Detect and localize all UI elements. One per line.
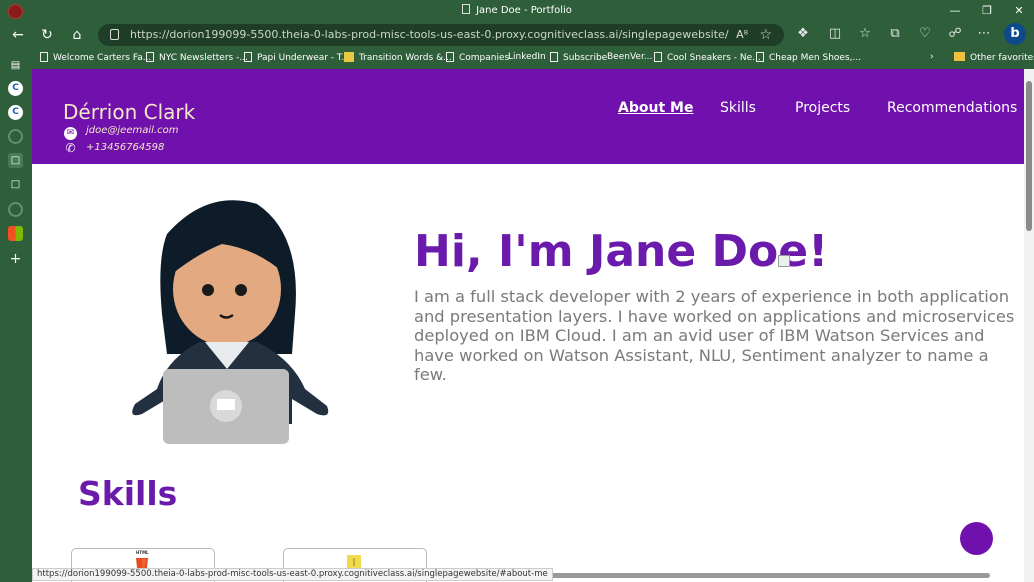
phone-icon: ✆ (65, 141, 76, 155)
browser-essentials-icon[interactable]: ♡ (916, 25, 934, 43)
bookmark-item[interactable]: Transition Words &... (344, 52, 452, 63)
bookmark-item[interactable]: NYC Newsletters -... (146, 52, 248, 63)
bookmark-item[interactable]: BeenVer... (607, 52, 652, 62)
add-icon[interactable]: + (8, 252, 23, 267)
back-icon[interactable]: ← (8, 25, 28, 45)
page-icon (756, 52, 764, 62)
bookmark-item[interactable]: Cheap Men Shoes,... (756, 52, 861, 63)
page-icon (462, 4, 471, 14)
js-icon (347, 555, 361, 569)
page-icon (146, 52, 154, 62)
sidebar-app-icon[interactable] (8, 202, 23, 217)
page-icon (550, 52, 558, 62)
vertical-scrollbar[interactable] (1024, 69, 1034, 582)
floating-action-button[interactable] (960, 522, 993, 555)
navigation-bar: ← ↻ ⌂ https://dorion199099-5500.theia-0-… (0, 22, 1034, 47)
more-menu-icon[interactable]: ⋯ (975, 25, 993, 43)
page-icon (654, 52, 662, 62)
nav-skills[interactable]: Skills (720, 100, 756, 116)
bookmark-item[interactable]: Companies (446, 52, 509, 63)
close-window-button[interactable]: ✕ (1004, 2, 1034, 20)
nav-recommendations[interactable]: Recommendations (887, 100, 1017, 116)
bookmarks-bar: Welcome Carters Fa... NYC Newsletters -.… (32, 47, 1034, 69)
page-tab-icon[interactable]: □ (8, 177, 23, 192)
page-icon (446, 52, 454, 62)
address-bar[interactable]: https://dorion199099-5500.theia-0-labs-p… (98, 24, 784, 46)
extensions-icon[interactable]: ❖ (794, 25, 812, 43)
restore-button[interactable]: ❐ (972, 2, 1002, 20)
sidebar-app-icon[interactable] (8, 129, 23, 144)
bookmark-item[interactable]: Cool Sneakers - Ne... (654, 52, 761, 63)
nav-projects[interactable]: Projects (795, 100, 850, 116)
favorite-star-icon[interactable]: ☆ (759, 24, 772, 46)
avatar-illustration (132, 200, 329, 444)
site-header: Dérrion Clark ✉ jdoe@jeemail.com ✆ +134567… (32, 69, 1024, 164)
collections-icon[interactable]: ⧉ (886, 25, 904, 43)
greeting-heading: Hi, I'm Jane Doe! (414, 226, 829, 277)
scrollbar-thumb[interactable] (1026, 81, 1032, 231)
skills-heading: Skills (78, 474, 178, 513)
email-icon: ✉ (64, 127, 77, 140)
email-contact[interactable]: ✉ jdoe@jeemail.com (64, 125, 178, 140)
other-favorites[interactable]: Other favorites (954, 52, 1034, 63)
page-icon (244, 52, 252, 62)
home-icon[interactable]: ⌂ (67, 25, 87, 45)
browser-sidebar: ▤ C C □ □ + (0, 47, 32, 582)
folder-icon (954, 52, 965, 61)
coursera-tab-icon[interactable]: C (8, 105, 23, 120)
bookmarks-overflow-icon[interactable]: › (930, 52, 934, 62)
read-aloud-icon[interactable]: A⁸ (736, 24, 748, 46)
broken-image-icon (778, 255, 790, 267)
bookmark-item[interactable]: Welcome Carters Fa... (40, 52, 151, 63)
window-title: Jane Doe - Portfolio (0, 4, 1034, 16)
coursera-tab-icon[interactable]: C (8, 81, 23, 96)
bookmark-item[interactable]: Papi Underwear - T... (244, 52, 350, 63)
status-bar-url: https://dorion199099-5500.theia-0-labs-p… (32, 568, 553, 581)
minimize-button[interactable]: — (940, 2, 970, 20)
tab-actions-icon[interactable]: ▤ (8, 58, 23, 73)
nav-about-me[interactable]: About Me (618, 100, 693, 116)
split-screen-icon[interactable]: ◫ (826, 25, 844, 43)
page-icon (40, 52, 48, 62)
phone-contact[interactable]: ✆ +13456764598 (64, 142, 164, 155)
copilot-tools-icon[interactable]: ☍ (946, 25, 964, 43)
bookmark-item[interactable]: Subscribe (550, 52, 607, 63)
site-name: Dérrion Clark (63, 100, 196, 124)
html5-icon (136, 555, 148, 569)
bookmark-favicon (344, 52, 354, 62)
lock-icon (110, 29, 119, 40)
page-viewport: Dérrion Clark ✉ jdoe@jeemail.com ✆ +134567… (32, 69, 1024, 582)
favorites-icon[interactable]: ☆ (856, 25, 874, 43)
url-text: https://dorion199099-5500.theia-0-labs-p… (130, 28, 729, 41)
intro-paragraph: I am a full stack developer with 2 years… (414, 287, 1015, 384)
title-bar: Jane Doe - Portfolio — ❐ ✕ (0, 0, 1034, 22)
skill-label: HTML (136, 550, 149, 555)
bing-icon[interactable]: b (1004, 23, 1026, 45)
refresh-icon[interactable]: ↻ (37, 25, 57, 45)
bookmark-item[interactable]: LinkedIn (508, 52, 546, 62)
microsoft-icon[interactable] (8, 226, 23, 241)
active-tab-icon[interactable]: □ (8, 153, 23, 168)
